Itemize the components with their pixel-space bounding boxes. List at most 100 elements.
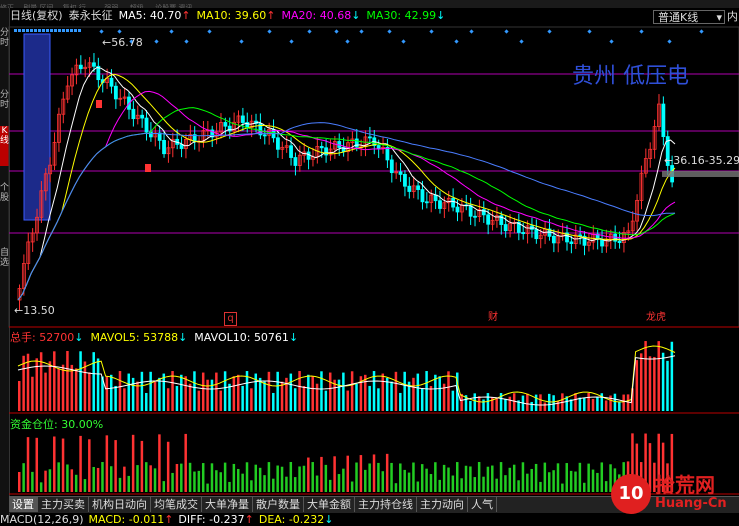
fund-bar: [403, 469, 406, 492]
volume-bar: [556, 400, 560, 411]
volume-bar: [197, 390, 201, 411]
fund-bar: [311, 462, 314, 492]
volume-bar: [543, 402, 547, 411]
fund-bar: [70, 469, 74, 492]
fund-bar: [105, 435, 109, 492]
volume-label: 总手:: [10, 331, 36, 344]
volume-bar: [232, 376, 236, 411]
fund-bar: [556, 463, 560, 492]
fund-bar: [587, 463, 590, 492]
fund-bar: [451, 475, 455, 492]
volume-bar: [530, 401, 533, 411]
tab-big-net[interactable]: 大单净量: [202, 497, 253, 512]
candle-body: [416, 185, 420, 190]
volume-bar: [469, 400, 472, 411]
volume-bar: [61, 364, 65, 411]
fund-bar: [53, 436, 56, 492]
tab-institution[interactable]: 机构日动向: [89, 497, 151, 512]
candle-body: [407, 185, 412, 192]
volume-bar: [39, 352, 43, 411]
fund-bar: [434, 462, 437, 492]
period-label[interactable]: 日线(复权): [10, 9, 63, 22]
high-price-annotation: ←56.78: [102, 36, 143, 49]
current-price-band: [662, 171, 739, 177]
ktype-select[interactable]: 普通K线 ▾: [653, 10, 725, 24]
volume-bar: [272, 392, 275, 411]
fund-bar: [482, 476, 485, 492]
marker-longhu[interactable]: 龙虎: [646, 311, 666, 324]
fund-bar: [350, 481, 354, 492]
fund-bar: [26, 437, 30, 492]
fund-bar: [39, 482, 43, 492]
volume-bar: [578, 397, 582, 411]
fund-bar: [530, 468, 533, 492]
signal-diamond: [345, 39, 350, 44]
volume-bar: [416, 373, 420, 411]
marker-q-badge[interactable]: q: [224, 312, 237, 326]
fund-bar: [486, 466, 490, 492]
volume-bar: [118, 371, 122, 411]
fund-bar: [267, 462, 271, 492]
signal-diamond: [587, 29, 592, 34]
tab-main-trade[interactable]: 主力买卖: [38, 497, 89, 512]
marker-finance[interactable]: 财: [488, 311, 498, 324]
low-price-annotation: ←13.50: [14, 304, 55, 317]
fund-bar: [114, 440, 117, 492]
volume-bar: [298, 371, 301, 411]
tab-popularity[interactable]: 人气: [468, 497, 497, 512]
fund-bar: [232, 463, 236, 492]
fund-bar: [193, 471, 196, 492]
candle-body: [289, 145, 293, 158]
tab-retail-count[interactable]: 散户数量: [253, 497, 304, 512]
tab-avg-trade[interactable]: 均笔成交: [151, 497, 202, 512]
fund-bar: [83, 479, 87, 492]
volume-bar: [201, 372, 205, 411]
fund-bar: [504, 475, 507, 492]
tab-settings[interactable]: 设置: [9, 497, 38, 512]
volume-bar: [504, 398, 507, 411]
volume-bar: [429, 386, 433, 411]
signal-diamond: [169, 29, 174, 34]
macd-label: MACD:: [88, 513, 126, 526]
signal-diamond: [62, 29, 65, 32]
ma5-readout: MA5: 40.70↑: [119, 9, 191, 22]
ma5-value: 40.70: [149, 9, 182, 22]
candle-body: [223, 122, 228, 127]
volume-bar: [206, 379, 209, 411]
fund-bar: [272, 478, 275, 492]
mavol10-arrow: ↓: [288, 331, 299, 344]
fund-bar: [381, 471, 385, 492]
volume-bar: [425, 371, 428, 411]
volume-bar: [166, 388, 170, 411]
fund-bar: [355, 462, 358, 492]
volume-bar: [591, 398, 595, 411]
tab-main-position[interactable]: 主力持仓线: [355, 497, 417, 512]
fund-bar: [368, 463, 371, 492]
volume-bar: [302, 386, 306, 411]
volume-bar: [666, 360, 669, 411]
fund-bar: [197, 470, 201, 492]
fund-bar: [337, 474, 341, 492]
right-panel-button[interactable]: 内: [727, 10, 739, 24]
ma5-arrow: ↑: [181, 9, 191, 22]
volume-bar: [219, 390, 222, 411]
signal-diamond: [74, 29, 77, 32]
volume-bar: [175, 385, 179, 411]
macd-readout: MACD: -0.011↑: [89, 513, 174, 526]
fund-bar: [149, 465, 152, 492]
fund-bar: [254, 464, 258, 492]
volume-bar: [661, 352, 665, 411]
fund-bar: [534, 463, 538, 492]
fund-bar: [96, 467, 100, 492]
signal-diamond: [58, 29, 61, 32]
candle-body: [78, 64, 83, 70]
volume-bar: [648, 356, 652, 411]
tab-main-flow[interactable]: 主力动向: [417, 497, 468, 512]
fund-bar: [390, 462, 393, 492]
signal-diamond: [454, 39, 459, 44]
tab-big-amount[interactable]: 大单金额: [304, 497, 355, 512]
fund-bar: [412, 462, 415, 492]
fund-bar: [206, 483, 209, 492]
fund-bar: [499, 462, 503, 492]
fund-bar: [320, 456, 323, 492]
